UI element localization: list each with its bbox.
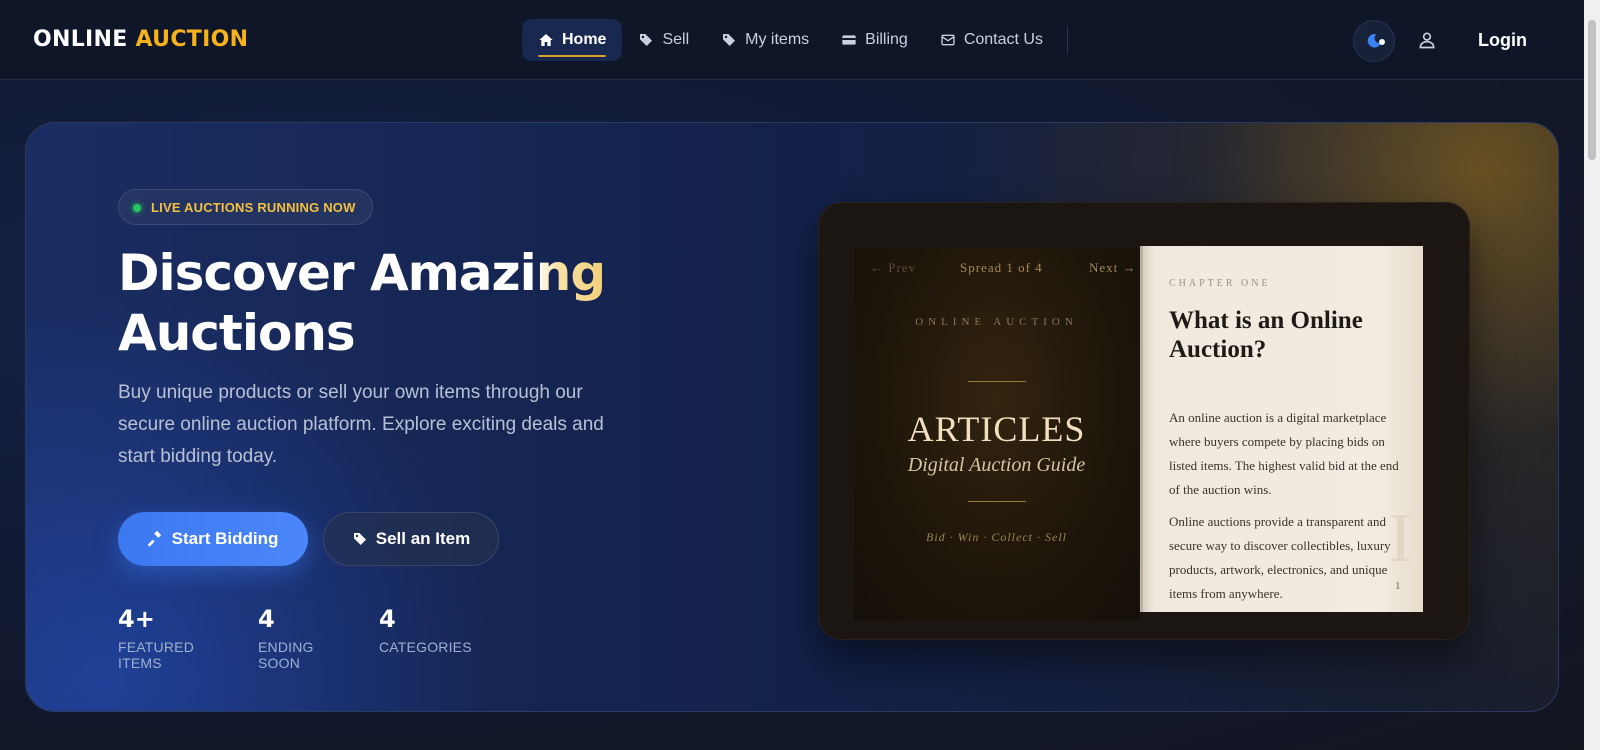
sell-an-item-button[interactable]: Sell an Item <box>323 512 499 566</box>
ornament-rule-top <box>968 381 1026 382</box>
drop-cap-watermark: I <box>1389 500 1413 577</box>
hero-description: Buy unique products or sell your own ite… <box>118 382 604 467</box>
book-title: ARTICLES <box>907 409 1086 449</box>
stat-ending-soon: 4 ENDING SOON <box>258 605 346 671</box>
scrollbar-thumb[interactable] <box>1588 20 1596 160</box>
nav-item-label: Billing <box>865 31 908 48</box>
home-icon <box>539 34 553 46</box>
hero-title: Discover Amazing Auctions <box>118 243 638 363</box>
top-navbar: ONLINE AUCTION Home Sell My items Billin… <box>0 0 1584 80</box>
button-label: Sell an Item <box>375 529 471 548</box>
nav-item-sell[interactable]: Sell <box>622 19 705 61</box>
book-spread-indicator: Spread 1 of 4 <box>960 260 1043 275</box>
hero-title-highlight: ng <box>535 244 606 302</box>
toggle-dot <box>1379 39 1385 45</box>
book-pager: ← Prev Spread 1 of 4 Next → <box>854 260 1139 280</box>
stat-featured-items: 4+ FEATURED ITEMS <box>118 605 225 671</box>
start-bidding-button[interactable]: Start Bidding <box>118 512 308 566</box>
book-subtitle: Digital Auction Guide <box>907 454 1086 476</box>
login-link[interactable]: Login <box>1478 30 1527 51</box>
stat-label: ENDING SOON <box>258 639 314 671</box>
article-book-viewer: ← Prev Spread 1 of 4 Next → ONLINE AUCTI… <box>818 202 1470 640</box>
live-indicator-dot <box>133 204 141 212</box>
chapter-label: CHAPTER ONE <box>1169 278 1271 289</box>
button-label: Start Bidding <box>171 529 279 548</box>
stat-categories: 4 CATEGORIES <box>379 605 472 671</box>
stat-label: FEATURED ITEMS <box>118 639 195 671</box>
badge-label: LIVE AUCTIONS RUNNING NOW <box>151 199 356 215</box>
stat-value: 4 <box>379 605 396 633</box>
book-brand: ONLINE AUCTION <box>915 316 1078 328</box>
nav-item-label: Contact Us <box>963 31 1043 48</box>
nav-item-billing[interactable]: Billing <box>825 19 924 61</box>
brand-word-auction: AUCTION <box>135 27 249 52</box>
mail-icon <box>941 34 955 46</box>
gavel-icon <box>147 531 161 547</box>
nav-item-contact-us[interactable]: Contact Us <box>924 19 1059 61</box>
stat-value: 4 <box>258 605 275 633</box>
hero-title-line1: Discover Amazi <box>118 244 537 302</box>
credit-card-icon <box>842 35 856 45</box>
hero-section: LIVE AUCTIONS RUNNING NOW Discover Amazi… <box>25 122 1559 712</box>
hero-title-line2: Auctions <box>118 304 356 362</box>
stat-value: 4+ <box>118 605 155 633</box>
book-left-page: ← Prev Spread 1 of 4 Next → ONLINE AUCTI… <box>854 248 1139 620</box>
page-number: 1 <box>1395 580 1401 592</box>
page-scrollbar[interactable] <box>1584 0 1600 750</box>
article-title: What is an Online Auction? <box>1169 307 1363 363</box>
book-motto: Bid · Win · Collect · Sell <box>926 530 1067 544</box>
nav-item-my-items[interactable]: My items <box>705 19 825 61</box>
book-right-page: CHAPTER ONE What is an Online Auction? A… <box>1140 246 1423 612</box>
user-icon[interactable] <box>1417 30 1437 50</box>
tag-icon <box>353 533 366 545</box>
theme-toggle-button[interactable] <box>1353 20 1395 62</box>
ornament-rule-bottom <box>968 501 1026 502</box>
nav-item-label: Home <box>562 31 607 48</box>
brand-logo[interactable]: ONLINE AUCTION <box>33 27 248 52</box>
brand-word-online: ONLINE <box>33 27 128 52</box>
tag-icon <box>640 34 653 46</box>
nav-divider <box>1066 26 1068 54</box>
article-paragraph-1: An online auction is a digital marketpla… <box>1169 410 1399 497</box>
live-auctions-badge: LIVE AUCTIONS RUNNING NOW <box>118 189 373 225</box>
article-paragraph-2: Online auctions provide a transparent an… <box>1169 514 1391 601</box>
nav-item-label: Sell <box>662 31 690 48</box>
book-next-button[interactable]: Next → <box>1089 260 1137 276</box>
main-nav: Home Sell My items Billing Contact Us <box>522 19 1068 61</box>
nav-item-label: My items <box>745 31 810 48</box>
book-prev-button[interactable]: ← Prev <box>870 260 916 276</box>
tag-icon <box>723 34 736 46</box>
stat-label: CATEGORIES <box>379 639 472 655</box>
hero-stats: 4+ FEATURED ITEMS 4 ENDING SOON 4 CATEGO… <box>118 605 505 671</box>
nav-item-home[interactable]: Home <box>522 19 623 61</box>
